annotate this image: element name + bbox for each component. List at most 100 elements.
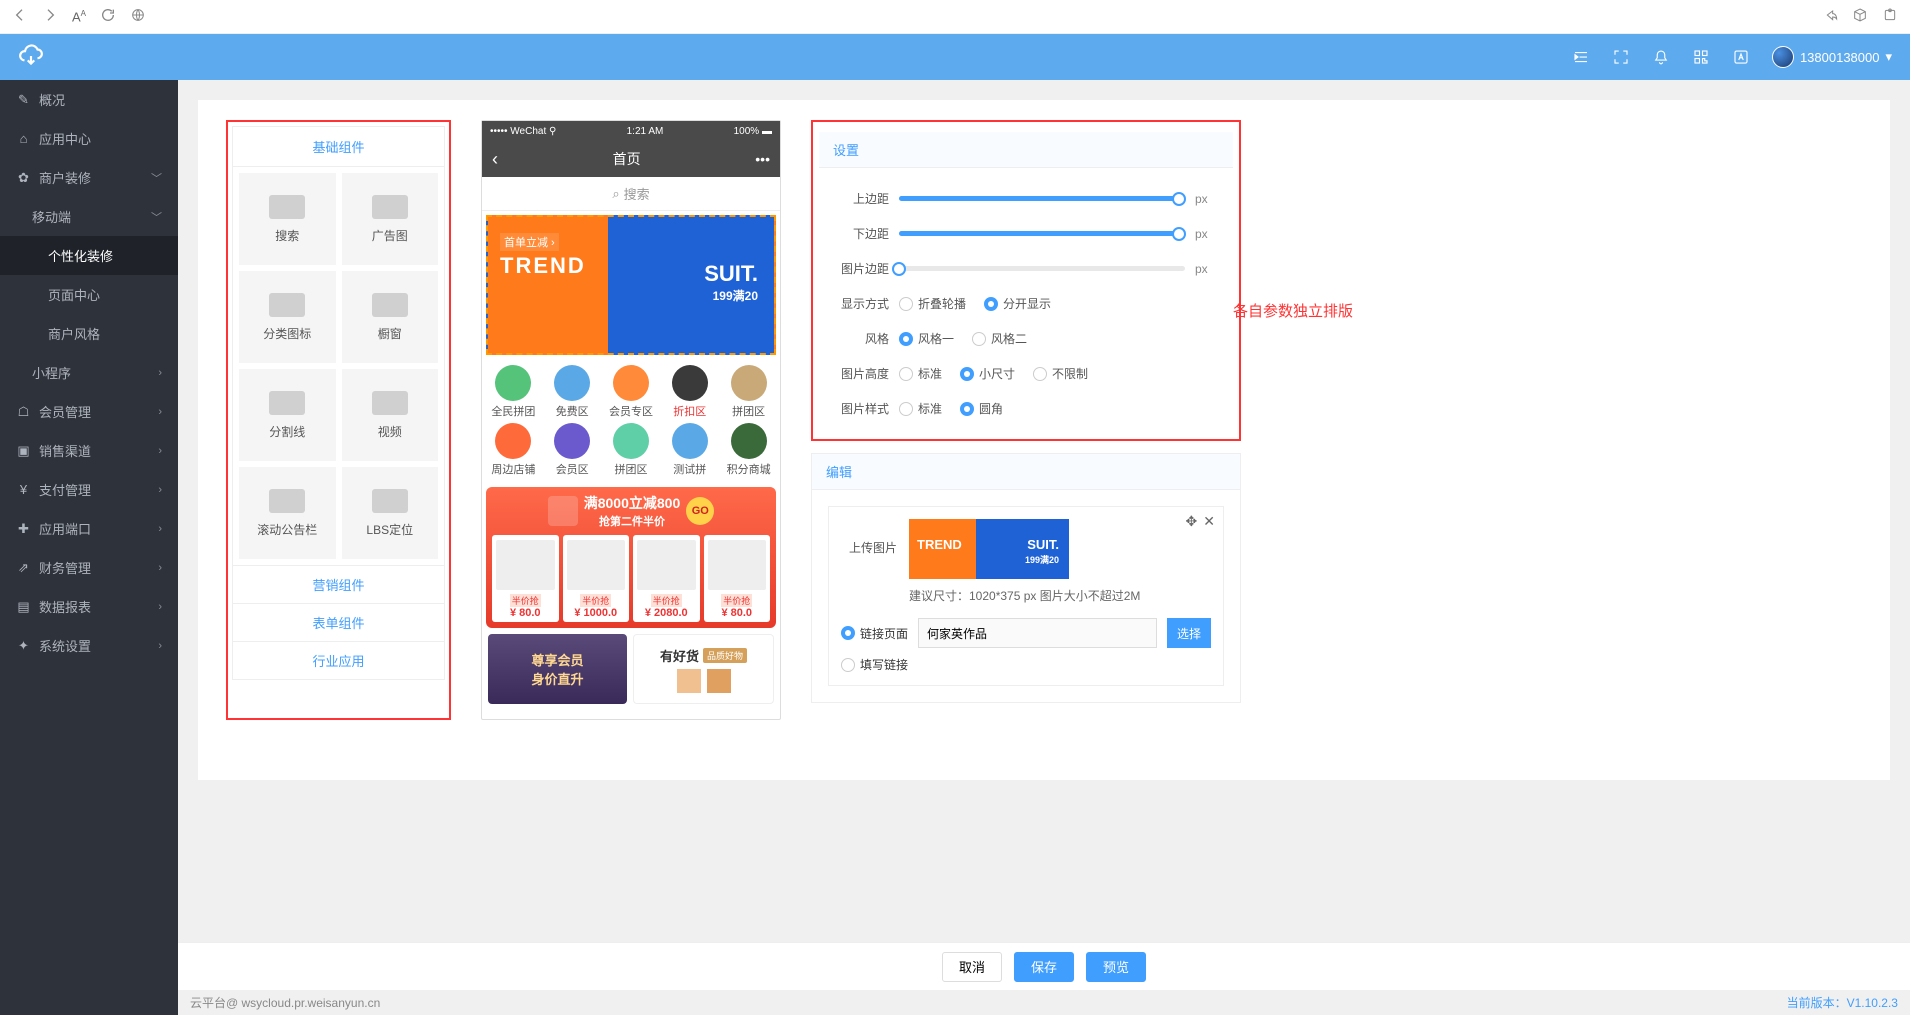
- category-icon-0[interactable]: 全民拼团: [484, 365, 543, 419]
- promo-item-1[interactable]: 半价抢¥ 1000.0: [563, 535, 630, 622]
- palette-header: 基础组件: [233, 127, 444, 167]
- editor-panel: 编辑 ✥ ✕ 上传图片 TREND: [811, 453, 1241, 703]
- video-icon: ▣: [16, 443, 31, 459]
- category-icon-4[interactable]: 拼团区: [719, 365, 778, 419]
- back-icon[interactable]: ‹: [492, 149, 498, 170]
- sidebar-item-8[interactable]: ☖会员管理›: [0, 392, 178, 431]
- promo-item-2[interactable]: 半价抢¥ 2080.0: [633, 535, 700, 622]
- slider-bottom-margin[interactable]: [899, 231, 1185, 236]
- sidebar-item-7[interactable]: 小程序›: [0, 353, 178, 392]
- gear-icon: ✿: [16, 170, 31, 186]
- share-icon[interactable]: [1822, 7, 1838, 26]
- link-input[interactable]: [918, 618, 1157, 648]
- qr-icon[interactable]: [1692, 48, 1710, 66]
- user-menu[interactable]: 13800138000 ▾: [1772, 46, 1892, 68]
- upload-thumb[interactable]: TREND SUIT. 199满20: [909, 519, 1069, 579]
- promo-go: GO: [686, 497, 714, 525]
- palette-item-4[interactable]: 分割线: [239, 369, 336, 461]
- rg-imgstyle-opt-1[interactable]: 圆角: [960, 400, 1003, 417]
- select-button[interactable]: 选择: [1167, 618, 1211, 648]
- row-bottom-margin: 下边距 px: [819, 219, 1233, 254]
- rg-height-opt-0[interactable]: 标准: [899, 365, 942, 382]
- palette-item-7[interactable]: LBS定位: [342, 467, 439, 559]
- promo-item-3[interactable]: 半价抢¥ 80.0: [704, 535, 771, 622]
- radio-fill-link[interactable]: 填写链接: [841, 656, 908, 673]
- sidebar-item-11[interactable]: ✚应用端口›: [0, 509, 178, 548]
- palette-item-1[interactable]: 广告图: [342, 173, 439, 265]
- globe-icon[interactable]: [130, 7, 146, 26]
- sidebar-item-3[interactable]: 移动端﹀: [0, 197, 178, 236]
- font-size-icon[interactable]: [1732, 48, 1750, 66]
- palette-item-0[interactable]: 搜索: [239, 173, 336, 265]
- category-icon-3[interactable]: 折扣区: [660, 365, 719, 419]
- banner-sub: 首单立减 ›: [500, 233, 559, 251]
- promo-item-0[interactable]: 半价抢¥ 80.0: [492, 535, 559, 622]
- row-img-margin: 图片边距 px: [819, 254, 1233, 289]
- refresh-icon[interactable]: [100, 7, 116, 26]
- indent-icon[interactable]: [1572, 48, 1590, 66]
- rg-display-opt-1[interactable]: 分开显示: [984, 295, 1051, 312]
- back-icon[interactable]: [12, 7, 28, 26]
- sidebar-item-6[interactable]: 商户风格: [0, 314, 178, 353]
- app-header: 13800138000 ▾: [0, 34, 1910, 80]
- component-icon: [372, 293, 408, 317]
- category-icon-9[interactable]: 积分商城: [719, 423, 778, 477]
- slider-img-margin[interactable]: [899, 266, 1185, 271]
- slider-top-margin[interactable]: [899, 196, 1185, 201]
- category-icon-1[interactable]: 免费区: [543, 365, 602, 419]
- category-dot-icon: [731, 423, 767, 459]
- radio-link-page[interactable]: 链接页面: [841, 625, 908, 642]
- forward-icon[interactable]: [42, 7, 58, 26]
- rg-height-opt-1[interactable]: 小尺寸: [960, 365, 1015, 382]
- palette-item-2[interactable]: 分类图标: [239, 271, 336, 363]
- sidebar-item-4[interactable]: 个性化装修: [0, 236, 178, 275]
- bell-icon[interactable]: [1652, 48, 1670, 66]
- component-icon: [372, 391, 408, 415]
- save-button[interactable]: 保存: [1014, 952, 1074, 982]
- category-icon-2[interactable]: 会员专区: [602, 365, 661, 419]
- phone-banner[interactable]: 首单立减 › TREND SUIT. 199满20: [486, 215, 776, 355]
- rg-style-opt-0[interactable]: 风格一: [899, 330, 954, 347]
- category-icon-7[interactable]: 拼团区: [602, 423, 661, 477]
- sidebar-item-12[interactable]: ⇗财务管理›: [0, 548, 178, 587]
- category-icon-8[interactable]: 测试拼: [660, 423, 719, 477]
- cancel-button[interactable]: 取消: [942, 952, 1002, 982]
- palette-item-6[interactable]: 滚动公告栏: [239, 467, 336, 559]
- sidebar-item-13[interactable]: ▤数据报表›: [0, 587, 178, 626]
- preview-button[interactable]: 预览: [1086, 952, 1146, 982]
- more-icon[interactable]: •••: [755, 151, 770, 167]
- rg-height-opt-2[interactable]: 不限制: [1033, 365, 1088, 382]
- rg-display-opt-0[interactable]: 折叠轮播: [899, 295, 966, 312]
- vip-card[interactable]: 尊享会员 身价直升: [488, 634, 627, 704]
- palette-footer-1[interactable]: 表单组件: [233, 603, 444, 641]
- rg-imgstyle-opt-0[interactable]: 标准: [899, 400, 942, 417]
- font-icon[interactable]: AA: [72, 9, 86, 24]
- editor-title: 编辑: [812, 454, 1240, 490]
- sidebar-item-0[interactable]: ✎概况: [0, 80, 178, 119]
- palette-item-5[interactable]: 视频: [342, 369, 439, 461]
- cube-icon[interactable]: [1852, 7, 1868, 26]
- extension-icon[interactable]: [1882, 7, 1898, 26]
- category-icon-6[interactable]: 会员区: [543, 423, 602, 477]
- sidebar-item-2[interactable]: ✿商户装修﹀: [0, 158, 178, 197]
- component-icon: [269, 195, 305, 219]
- settings-title: 设置: [819, 132, 1233, 168]
- sidebar-item-9[interactable]: ▣销售渠道›: [0, 431, 178, 470]
- phone-search[interactable]: ⌕ 搜索: [482, 177, 780, 211]
- sidebar-item-14[interactable]: ✦系统设置›: [0, 626, 178, 665]
- palette-footer-2[interactable]: 行业应用: [233, 641, 444, 679]
- fullscreen-icon[interactable]: [1612, 48, 1630, 66]
- rg-style-opt-1[interactable]: 风格二: [972, 330, 1027, 347]
- sidebar-item-10[interactable]: ¥支付管理›: [0, 470, 178, 509]
- goods-card[interactable]: 有好货 品质好物: [633, 634, 774, 704]
- sidebar-item-1[interactable]: ⌂应用中心: [0, 119, 178, 158]
- close-icon[interactable]: ✕: [1203, 513, 1215, 530]
- palette-footer-0[interactable]: 营销组件: [233, 565, 444, 603]
- promo-strip[interactable]: 满8000立减800 抢第二件半价 GO 半价抢¥ 80.0半价抢¥ 1000.…: [486, 487, 776, 628]
- palette-item-3[interactable]: 橱窗: [342, 271, 439, 363]
- phone-nav-title: 首页: [613, 149, 641, 169]
- sidebar-item-5[interactable]: 页面中心: [0, 275, 178, 314]
- move-icon[interactable]: ✥: [1186, 513, 1198, 530]
- category-dot-icon: [613, 423, 649, 459]
- category-icon-5[interactable]: 周边店铺: [484, 423, 543, 477]
